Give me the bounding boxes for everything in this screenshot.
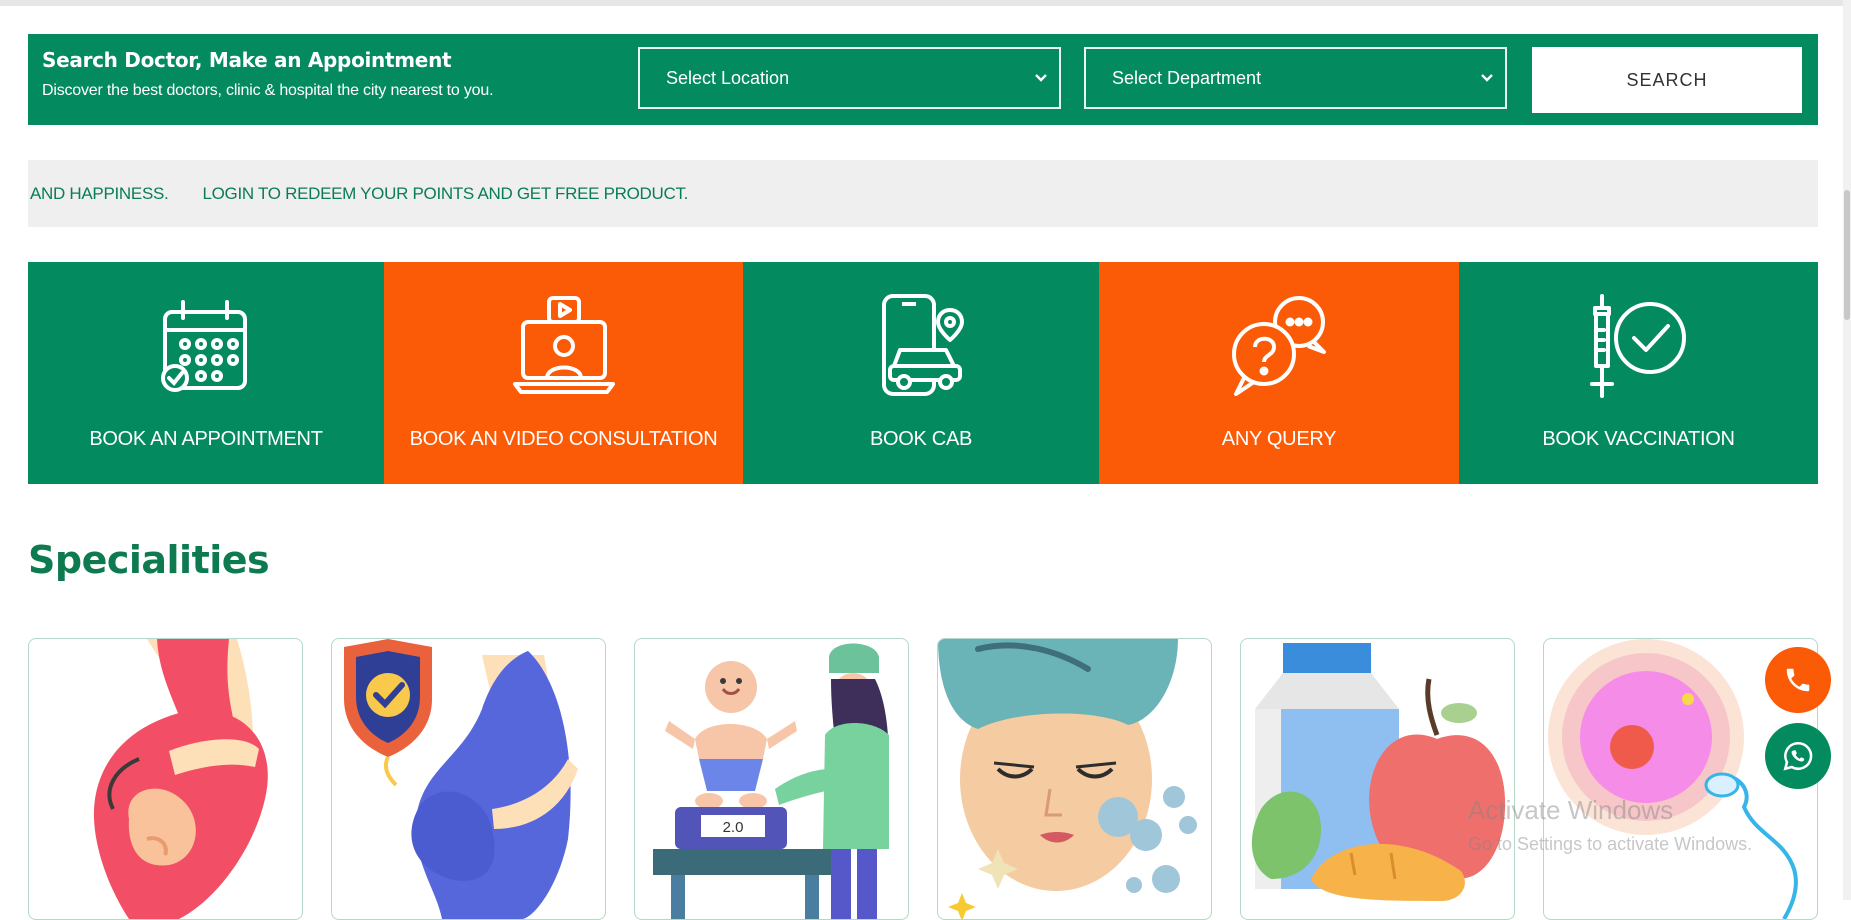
call-button[interactable] xyxy=(1765,647,1831,713)
chevron-down-icon xyxy=(1035,74,1047,82)
search-title: Search Doctor, Make an Appointment xyxy=(42,48,452,72)
calendar-icon xyxy=(161,300,247,392)
tile-label: BOOK CAB xyxy=(869,428,973,450)
whatsapp-button[interactable] xyxy=(1765,723,1831,789)
tile-label: ANY QUERY xyxy=(1221,428,1337,450)
phone-car-icon xyxy=(882,294,964,396)
announcement-ticker: AND HAPPINESS. LOGIN TO REDEEM YOUR POIN… xyxy=(28,160,1818,227)
search-subtitle: Discover the best doctors, clinic & hosp… xyxy=(42,82,494,99)
department-select-value: Select Department xyxy=(1112,67,1262,88)
book-appointment-tile[interactable]: BOOK AN APPOINTMENT xyxy=(28,262,384,484)
watermark-line1: Activate Windows xyxy=(1468,795,1674,825)
phone-icon xyxy=(1786,668,1810,692)
ticker-text[interactable]: LOGIN TO REDEEM YOUR POINTS AND GET FREE… xyxy=(202,184,688,204)
service-tiles: BOOK AN APPOINTMENT BOOK AN VIDEO CONSUL… xyxy=(28,262,1818,484)
page-scrollbar[interactable] xyxy=(1843,0,1851,900)
any-query-tile[interactable]: ANY QUERY xyxy=(1099,262,1459,484)
book-video-consultation-tile[interactable]: BOOK AN VIDEO CONSULTATION xyxy=(384,262,743,484)
specialities-heading: Specialities xyxy=(28,538,270,582)
tile-label: BOOK AN APPOINTMENT xyxy=(89,428,323,450)
location-select[interactable]: Select Location xyxy=(638,47,1061,109)
pregnancy-illustration xyxy=(93,639,268,919)
book-vaccination-tile[interactable]: BOOK VACCINATION xyxy=(1459,262,1818,484)
scale-reading: 2.0 xyxy=(723,819,744,836)
speciality-card[interactable] xyxy=(937,638,1212,920)
tile-label: BOOK VACCINATION xyxy=(1542,428,1735,450)
speciality-card[interactable] xyxy=(331,638,606,920)
whatsapp-icon xyxy=(1783,741,1813,771)
doctor-search-bar: Search Doctor, Make an Appointment Disco… xyxy=(28,34,1818,125)
speciality-card[interactable] xyxy=(1240,638,1515,920)
book-cab-tile[interactable]: BOOK CAB xyxy=(743,262,1099,484)
skincare-facial-illustration xyxy=(938,639,1197,919)
maternity-protection-illustration xyxy=(344,639,578,919)
department-select[interactable]: Select Department xyxy=(1084,47,1507,109)
speciality-card[interactable] xyxy=(28,638,303,920)
question-chat-icon xyxy=(1232,296,1326,396)
location-select-value: Select Location xyxy=(666,67,790,88)
vaccine-icon xyxy=(1589,294,1686,398)
speciality-card[interactable]: 2.0 xyxy=(634,638,909,920)
ticker-text: AND HAPPINESS. xyxy=(30,183,169,203)
video-consultation-icon xyxy=(512,296,615,394)
scrollbar-thumb[interactable] xyxy=(1844,190,1850,320)
watermark-line2: Go to Settings to activate Windows. xyxy=(1468,834,1753,854)
search-intro: Search Doctor, Make an Appointment Disco… xyxy=(42,48,494,100)
tile-label: BOOK AN VIDEO CONSULTATION xyxy=(409,428,718,450)
top-edge xyxy=(0,0,1851,6)
windows-activation-watermark: Activate Windows Go to Settings to activ… xyxy=(1468,795,1752,855)
specialities-carousel: 2.0 xyxy=(28,638,1818,920)
pediatrics-baby-scale-illustration: 2.0 xyxy=(653,643,889,919)
nutrition-food-illustration xyxy=(1251,643,1506,901)
search-button[interactable]: SEARCH xyxy=(1532,47,1802,113)
chevron-down-icon xyxy=(1481,74,1493,82)
